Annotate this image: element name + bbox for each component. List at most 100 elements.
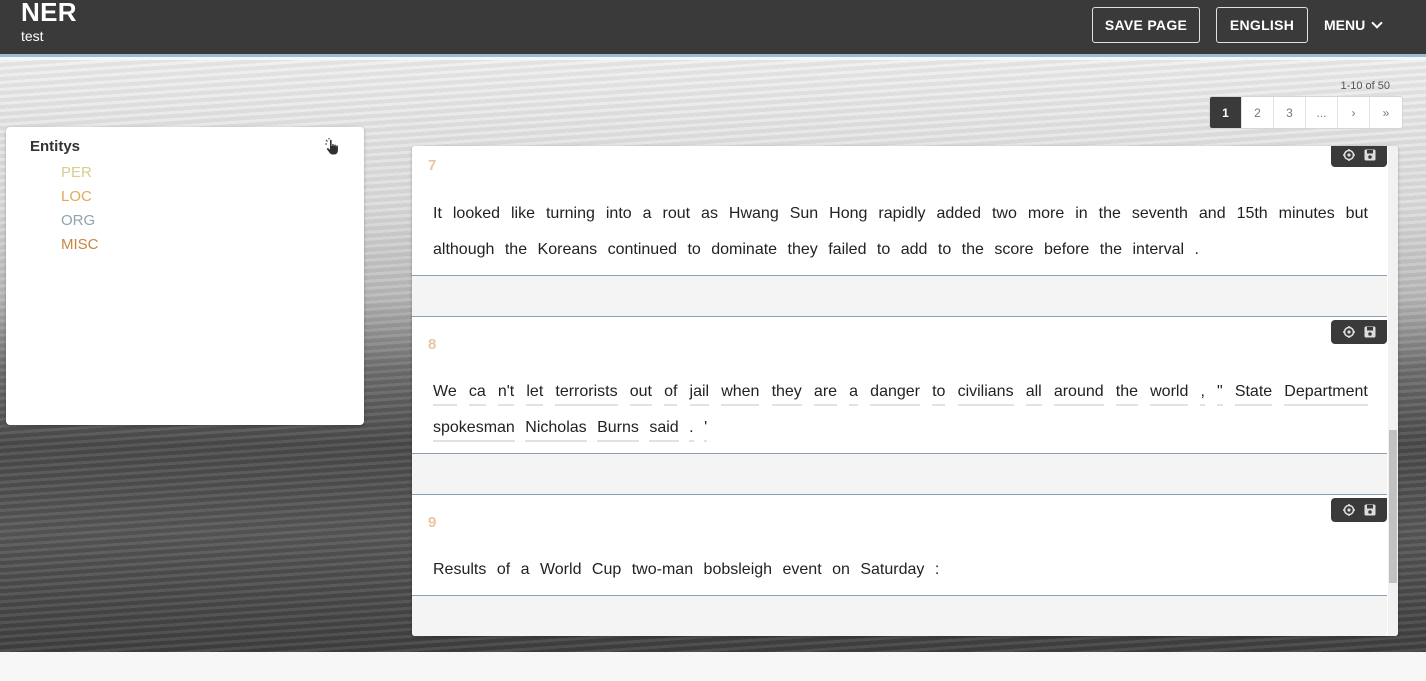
sentence-token[interactable]: Results — [433, 559, 486, 582]
entity-per[interactable]: PER — [61, 161, 99, 185]
sentence-token[interactable]: ca — [468, 381, 486, 406]
entity-misc[interactable]: MISC — [61, 233, 99, 257]
sentence-token[interactable]: to — [877, 239, 890, 262]
sentence-token[interactable]: Sun — [790, 203, 818, 226]
sentence-token[interactable]: and — [1199, 203, 1226, 226]
tag-settings-icon[interactable] — [1342, 503, 1356, 517]
sentence-token[interactable]: the — [505, 239, 527, 262]
sentence-token[interactable]: the — [1115, 381, 1138, 406]
save-icon[interactable] — [1363, 325, 1377, 339]
scrollbar-thumb[interactable] — [1389, 430, 1397, 583]
last-page-button[interactable]: » — [1370, 97, 1402, 128]
sentence-token[interactable]: Hwang — [729, 203, 779, 226]
sentence-token[interactable]: Koreans — [538, 239, 598, 262]
save-icon[interactable] — [1363, 503, 1377, 517]
sentence-token[interactable]: to — [938, 239, 951, 262]
sentence-token[interactable]: We — [433, 381, 457, 406]
sentence-token[interactable]: more — [1028, 203, 1064, 226]
scrollbar[interactable] — [1388, 146, 1398, 636]
sentence-token[interactable]: of — [497, 559, 510, 582]
save-icon[interactable] — [1363, 148, 1377, 162]
sentence-token[interactable]: added — [936, 203, 981, 226]
sentence-token[interactable]: two — [992, 203, 1017, 226]
sentence-token[interactable]: civilians — [957, 381, 1014, 406]
sentence-token[interactable]: all — [1025, 381, 1042, 406]
sentence-token[interactable]: interval — [1132, 239, 1184, 262]
sentence-token[interactable]: failed — [828, 239, 866, 262]
sentence-token[interactable]: Burns — [597, 417, 639, 442]
sentence-token[interactable]: bobsleigh — [704, 559, 773, 582]
sentence-token[interactable]: they — [771, 381, 802, 406]
sentence-token[interactable]: State — [1234, 381, 1273, 406]
sentence-token[interactable]: Hong — [829, 203, 867, 226]
sentence-token[interactable]: Saturday — [860, 559, 924, 582]
page-3-button[interactable]: 3 — [1274, 97, 1306, 128]
sentence-token[interactable]: when — [721, 381, 760, 406]
sentence-token[interactable]: continued — [608, 239, 677, 262]
sentence-token[interactable]: the — [1099, 203, 1121, 226]
sentence-token[interactable]: seventh — [1132, 203, 1188, 226]
sentence-token[interactable]: world — [1150, 381, 1189, 406]
sentence-token[interactable]: danger — [870, 381, 920, 406]
sentence-token[interactable]: as — [701, 203, 718, 226]
sentence-token[interactable]: before — [1044, 239, 1089, 262]
sentence-token[interactable]: It — [433, 203, 442, 226]
sentence-token[interactable]: like — [511, 203, 535, 226]
sentence-token[interactable]: add — [901, 239, 928, 262]
sentence-token[interactable]: to — [687, 239, 700, 262]
sentence-token[interactable]: terrorists — [555, 381, 618, 406]
tag-settings-icon[interactable] — [1342, 325, 1356, 339]
page-1-button[interactable]: 1 — [1210, 97, 1242, 128]
sentence-token[interactable]: a — [643, 203, 652, 226]
sentence-token[interactable]: minutes — [1279, 203, 1335, 226]
sentence-token[interactable]: let — [526, 381, 544, 406]
sentence-token[interactable]: but — [1346, 203, 1368, 226]
sentence-token[interactable]: . — [689, 417, 694, 442]
sentence-token[interactable]: , — [1200, 381, 1205, 406]
sentence-token[interactable]: a — [521, 559, 530, 582]
sentence-token[interactable]: Cup — [592, 559, 621, 582]
sentence-token[interactable]: Department — [1284, 381, 1368, 406]
page-2-button[interactable]: 2 — [1242, 97, 1274, 128]
sentence-token[interactable]: jail — [689, 381, 710, 406]
sentence-token[interactable]: rapidly — [878, 203, 925, 226]
save-page-button[interactable]: SAVE PAGE — [1092, 7, 1200, 43]
tag-settings-icon[interactable] — [1342, 148, 1356, 162]
sentence-token[interactable]: : — [935, 559, 939, 582]
hand-pointer-icon[interactable] — [324, 138, 342, 156]
sentence-token[interactable]: looked — [453, 203, 500, 226]
sentence-token[interactable]: said — [649, 417, 679, 442]
sentence-token[interactable]: " — [1217, 381, 1223, 406]
sentence-token[interactable]: they — [788, 239, 818, 262]
sentence-token[interactable]: around — [1053, 381, 1104, 406]
sentence-token[interactable]: turning — [546, 203, 595, 226]
sentence-token[interactable]: event — [783, 559, 822, 582]
sentence-token[interactable]: score — [994, 239, 1033, 262]
sentence-token[interactable]: the — [1100, 239, 1122, 262]
entity-org[interactable]: ORG — [61, 209, 99, 233]
sentence-token[interactable]: rout — [663, 203, 691, 226]
sentence-token[interactable]: out — [629, 381, 652, 406]
sentence-token[interactable]: spokesman — [433, 417, 515, 442]
sentence-token[interactable]: two-man — [632, 559, 693, 582]
sentence-token[interactable]: n't — [497, 381, 515, 406]
language-button[interactable]: ENGLISH — [1216, 7, 1308, 43]
sentence-token[interactable]: the — [962, 239, 984, 262]
next-page-button[interactable]: › — [1338, 97, 1370, 128]
sentence-token[interactable]: are — [813, 381, 838, 406]
page-ellipsis[interactable]: ... — [1306, 97, 1338, 128]
sentence-token[interactable]: although — [433, 239, 494, 262]
sentence-token[interactable]: ' — [704, 417, 708, 442]
sentence-token[interactable]: a — [849, 381, 859, 406]
sentence-token[interactable]: 15th — [1237, 203, 1268, 226]
entity-loc[interactable]: LOC — [61, 185, 99, 209]
sentence-token[interactable]: of — [664, 381, 678, 406]
sentence-token[interactable]: on — [832, 559, 850, 582]
sentence-token[interactable]: into — [606, 203, 632, 226]
sentence-token[interactable]: to — [932, 381, 946, 406]
sentence-token[interactable]: Nicholas — [525, 417, 587, 442]
sentence-token[interactable]: World — [540, 559, 582, 582]
sentence-token[interactable]: . — [1195, 239, 1199, 262]
menu-button[interactable]: MENU — [1324, 7, 1383, 43]
sentence-token[interactable]: dominate — [711, 239, 777, 262]
